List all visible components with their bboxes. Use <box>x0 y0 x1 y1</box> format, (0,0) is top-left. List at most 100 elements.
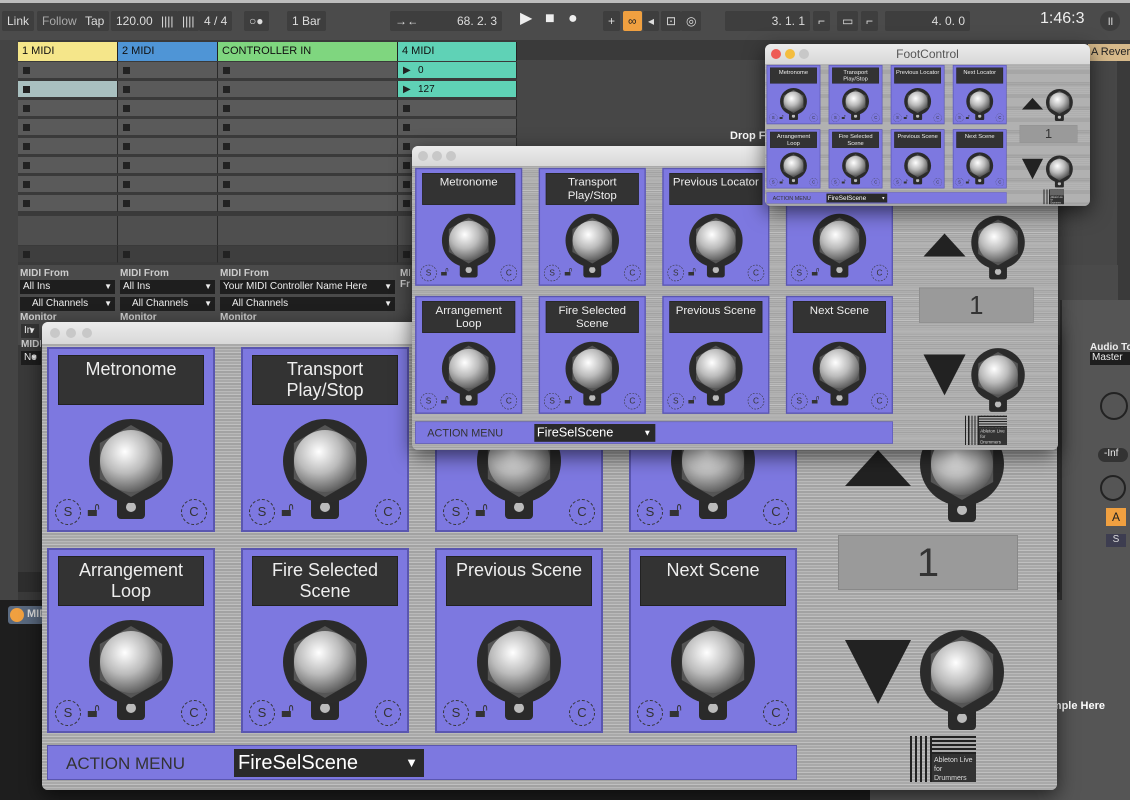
send-knob[interactable] <box>1100 475 1126 501</box>
clear-toggle[interactable]: C <box>624 264 641 282</box>
clip-slot[interactable] <box>118 119 218 136</box>
clear-toggle[interactable]: C <box>933 113 942 122</box>
clip-slot[interactable] <box>118 176 218 193</box>
clip-stop-icon[interactable] <box>403 181 410 188</box>
follow-button[interactable]: Follow <box>37 11 82 31</box>
clip-slot[interactable] <box>18 157 118 174</box>
clip-slot[interactable] <box>118 138 218 155</box>
solo-toggle[interactable]: S <box>55 499 81 525</box>
lock-icon[interactable]: 🔓︎ <box>441 265 449 280</box>
minimize-icon[interactable] <box>66 328 76 338</box>
lock-icon[interactable]: 🔓︎ <box>779 178 783 185</box>
scene-up-arrow-icon[interactable] <box>1021 97 1044 110</box>
punch-out-icon[interactable]: ⌐ <box>861 11 879 31</box>
action-menu-dropdown[interactable]: FireSelScene <box>234 749 424 777</box>
track-stop-button[interactable] <box>118 246 218 263</box>
clip-stop-icon[interactable] <box>123 162 130 169</box>
midi-channel-dropdown[interactable]: All Channels <box>220 297 395 311</box>
clear-toggle[interactable]: C <box>871 113 880 122</box>
clip-stop-icon[interactable] <box>123 181 130 188</box>
solo-button[interactable]: S <box>1106 534 1126 547</box>
midi-to-dropdown[interactable]: No <box>21 351 41 365</box>
session-record-icon[interactable]: ◎ <box>681 11 702 31</box>
clip-stop-icon[interactable] <box>23 162 30 169</box>
tap-tempo-button[interactable]: Tap <box>80 11 110 31</box>
solo-toggle[interactable]: S <box>831 177 840 187</box>
record-icon[interactable]: ● <box>563 9 583 29</box>
clip-slot[interactable]: ▶ 0 <box>398 62 517 79</box>
track-stop-button[interactable] <box>218 246 398 263</box>
clear-toggle[interactable]: C <box>569 499 595 525</box>
clear-toggle[interactable]: C <box>624 392 641 410</box>
scene-up-knob[interactable] <box>971 215 1025 286</box>
minimize-icon[interactable] <box>432 151 442 161</box>
clip-slot[interactable] <box>118 100 218 117</box>
close-icon[interactable] <box>418 151 428 161</box>
stop-icon[interactable] <box>403 251 410 258</box>
clip-stop-icon[interactable] <box>23 86 30 93</box>
lock-icon[interactable]: 🔓︎ <box>281 700 294 723</box>
clip-slot[interactable] <box>118 81 218 98</box>
action-menu-dropdown[interactable]: FireSelScene <box>826 193 888 203</box>
lock-icon[interactable]: 🔓︎ <box>87 499 100 522</box>
clip-play-icon[interactable]: ▶ <box>403 81 411 98</box>
clip-stop-icon[interactable] <box>223 181 230 188</box>
clip-slot[interactable] <box>118 157 218 174</box>
solo-toggle[interactable]: S <box>893 177 902 187</box>
solo-toggle[interactable]: S <box>955 113 964 122</box>
clear-toggle[interactable]: C <box>871 177 880 187</box>
lock-icon[interactable]: 🔓︎ <box>688 265 696 280</box>
play-icon[interactable]: ▶ <box>515 9 537 29</box>
scene-up-arrow-icon[interactable] <box>845 450 911 486</box>
clear-toggle[interactable]: C <box>747 264 765 282</box>
clear-toggle[interactable]: C <box>933 177 942 187</box>
time-signature-field[interactable]: 4 / 4 <box>199 11 233 31</box>
lock-icon[interactable]: 🔓︎ <box>87 700 100 723</box>
clip-slot[interactable] <box>398 119 517 136</box>
lock-icon[interactable]: 🔓︎ <box>281 499 294 522</box>
clear-toggle[interactable]: C <box>871 392 888 410</box>
clip-slot[interactable] <box>18 138 118 155</box>
lock-icon[interactable]: 🔓︎ <box>441 393 449 408</box>
clear-toggle[interactable]: C <box>569 700 595 726</box>
solo-toggle[interactable]: S <box>543 392 561 410</box>
stop-icon[interactable] <box>223 251 230 258</box>
midi-input-dropdown[interactable]: Your MIDI Controller Name Here <box>220 280 395 294</box>
track-stop-button[interactable] <box>18 246 118 263</box>
volume-field[interactable]: -Inf <box>1098 448 1128 462</box>
clear-toggle[interactable]: C <box>763 499 789 525</box>
automation-arm-icon[interactable]: ∞ <box>623 11 642 31</box>
clip-slot[interactable] <box>118 195 218 212</box>
lock-icon[interactable]: 🔓︎ <box>475 700 488 723</box>
lock-icon[interactable]: 🔓︎ <box>688 393 696 408</box>
close-icon[interactable] <box>771 49 781 59</box>
zoom-icon[interactable] <box>82 328 92 338</box>
clip-stop-icon[interactable] <box>223 143 230 150</box>
clip-stop-icon[interactable] <box>223 124 230 131</box>
clip-slot[interactable] <box>18 100 118 117</box>
clip-slot[interactable] <box>18 62 118 79</box>
action-menu-dropdown[interactable]: FireSelScene <box>534 423 656 442</box>
solo-toggle[interactable]: S <box>769 177 778 187</box>
track-header[interactable]: 1 MIDI <box>18 42 118 61</box>
minimize-icon[interactable] <box>785 49 795 59</box>
lock-icon[interactable]: 🔓︎ <box>669 499 682 522</box>
solo-toggle[interactable]: S <box>420 392 437 410</box>
clear-toggle[interactable]: C <box>181 700 207 726</box>
lock-icon[interactable]: 🔓︎ <box>779 114 783 121</box>
solo-toggle[interactable]: S <box>443 499 469 525</box>
empty-slot[interactable] <box>118 216 218 246</box>
scene-down-arrow-icon[interactable] <box>1021 158 1044 180</box>
clip-stop-icon[interactable] <box>123 124 130 131</box>
stop-icon[interactable] <box>123 251 130 258</box>
stop-icon[interactable]: ■ <box>540 9 560 29</box>
empty-slot[interactable] <box>18 216 118 246</box>
lock-icon[interactable]: 🔓︎ <box>564 393 572 408</box>
midi-channel-dropdown[interactable]: All Channels <box>20 297 115 311</box>
lock-icon[interactable]: 🔓︎ <box>904 178 908 185</box>
scene-down-knob[interactable] <box>920 630 1004 740</box>
stop-icon[interactable] <box>23 251 30 258</box>
solo-toggle[interactable]: S <box>543 264 561 282</box>
track-activator-button[interactable]: A <box>1106 508 1126 526</box>
tempo-field[interactable]: 120.00 <box>111 11 158 31</box>
